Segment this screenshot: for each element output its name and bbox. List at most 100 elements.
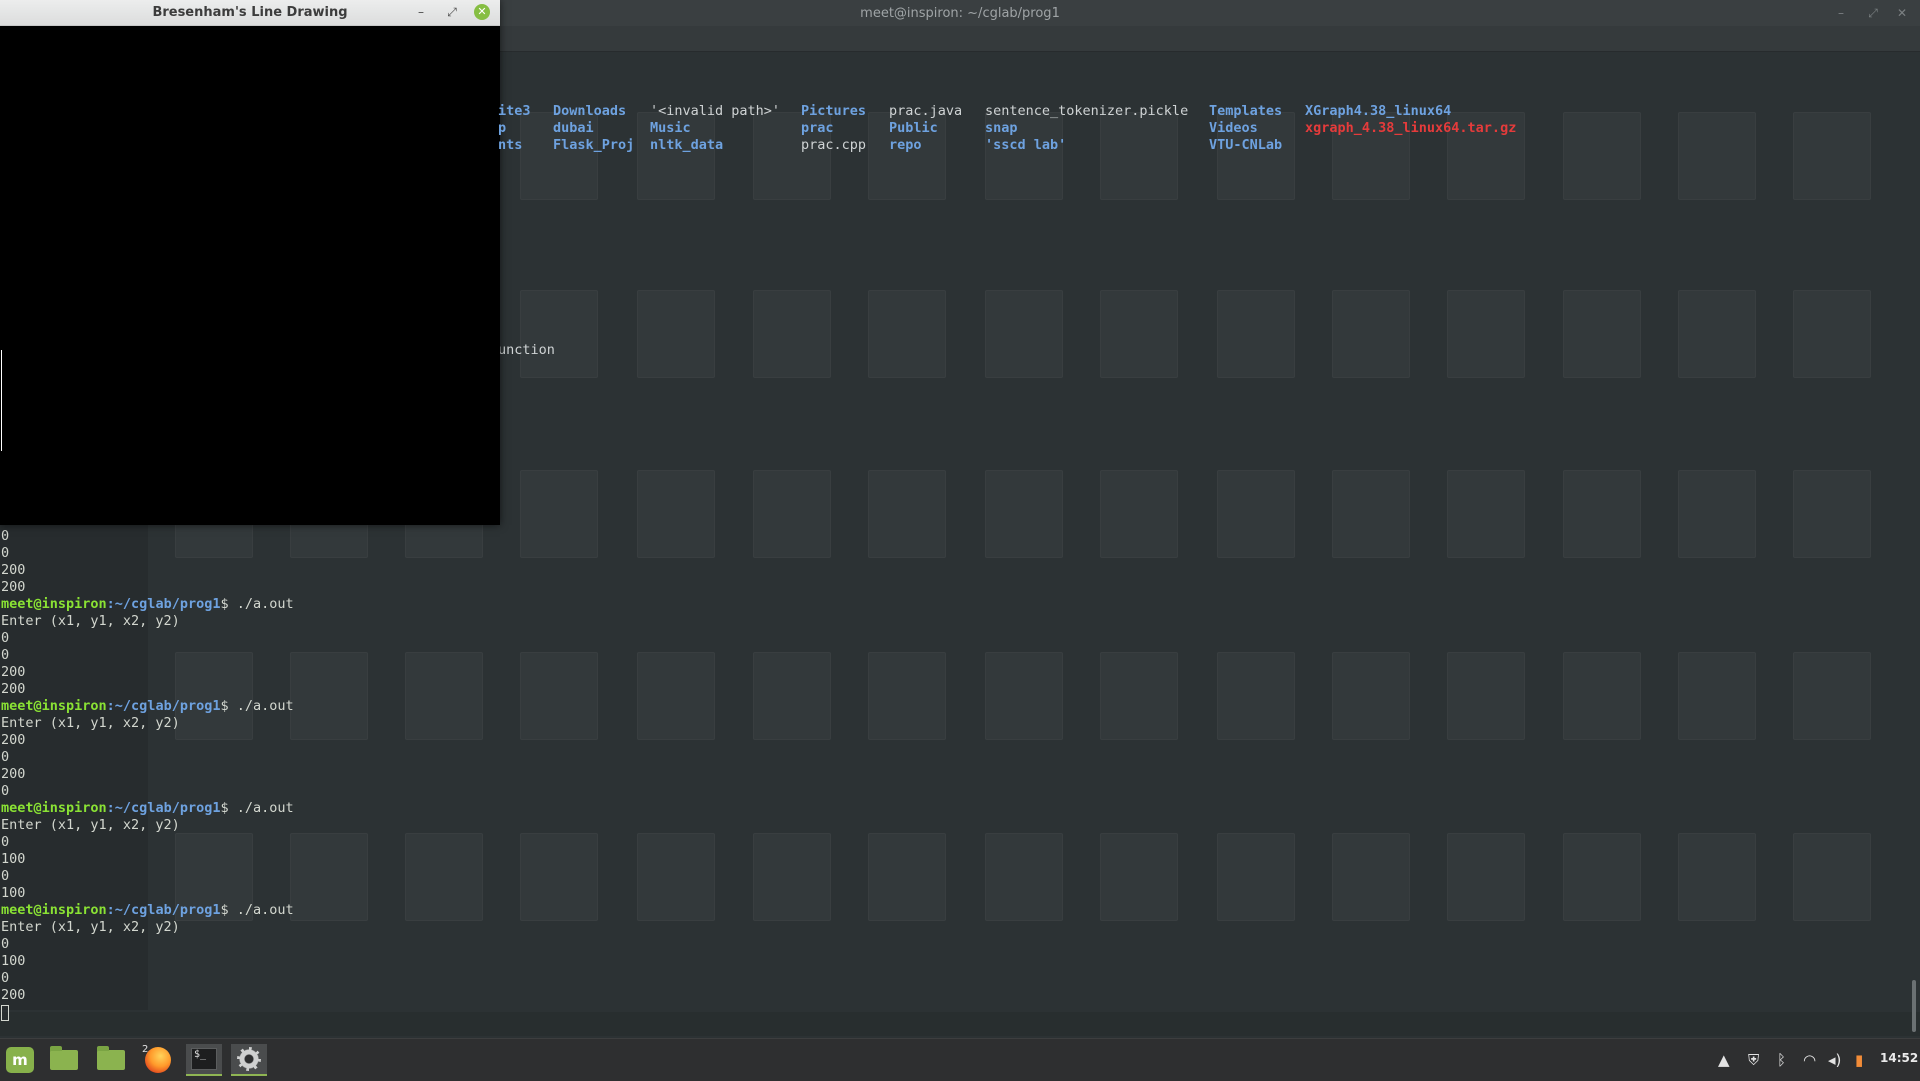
prompt-line: meet@inspiron:~/cglab/prog1$ ./a.out bbox=[1, 596, 294, 612]
ls-entry: prac.cpp bbox=[801, 137, 867, 153]
output-value: 200 bbox=[1, 664, 26, 680]
output-value: 0 bbox=[1, 970, 10, 986]
ls-entry: ite3 bbox=[498, 103, 531, 119]
bluetooth-icon[interactable]: ᛒ bbox=[1777, 1051, 1786, 1069]
ghost-file-icon bbox=[1332, 833, 1410, 921]
output-value: 200 bbox=[1, 987, 26, 1003]
partial-output-line: unction bbox=[498, 342, 555, 358]
battery-icon[interactable]: ▮ bbox=[1855, 1051, 1863, 1069]
bresenham-close-button[interactable]: ✕ bbox=[474, 4, 490, 20]
ghost-file-icon bbox=[985, 290, 1063, 378]
ghost-file-icon bbox=[1332, 290, 1410, 378]
warning-icon[interactable]: ▲ bbox=[1718, 1051, 1730, 1069]
ls-entry: p bbox=[498, 120, 507, 136]
ls-entry: repo bbox=[889, 137, 922, 153]
enter-prompt: Enter (x1, y1, x2, y2) bbox=[1, 715, 180, 731]
settings-taskbar-button[interactable] bbox=[231, 1044, 267, 1076]
ghost-file-icon bbox=[1447, 470, 1525, 558]
ghost-file-icon bbox=[753, 833, 831, 921]
ghost-file-icon bbox=[1100, 290, 1178, 378]
shield-icon[interactable]: ⛨ bbox=[1748, 1051, 1759, 1069]
ghost-file-icon bbox=[985, 833, 1063, 921]
output-value: 0 bbox=[1, 630, 10, 646]
ghost-file-icon bbox=[1332, 652, 1410, 740]
ghost-file-icon bbox=[1217, 652, 1295, 740]
output-value: 0 bbox=[1, 749, 10, 765]
ls-entry: nts bbox=[498, 137, 523, 153]
bresenham-titlebar[interactable]: Bresenham's Line Drawing – ⤢ ✕ bbox=[0, 0, 500, 26]
ghost-file-icon bbox=[1678, 833, 1756, 921]
prompt-line: meet@inspiron:~/cglab/prog1$ ./a.out bbox=[1, 800, 294, 816]
ghost-file-icon bbox=[753, 470, 831, 558]
clock[interactable]: 14:52 bbox=[1880, 1051, 1918, 1065]
ls-entry: prac.java bbox=[889, 103, 963, 119]
gear-icon bbox=[237, 1047, 261, 1071]
ghost-file-icon bbox=[868, 833, 946, 921]
terminal-taskbar-button[interactable]: $_ bbox=[186, 1044, 222, 1076]
ls-entry: Music bbox=[650, 120, 691, 136]
terminal-maximize-button[interactable]: ⤢ bbox=[1864, 4, 1882, 22]
ghost-file-icon bbox=[1217, 833, 1295, 921]
ghost-file-icon bbox=[520, 833, 598, 921]
mint-menu-button[interactable]: m bbox=[2, 1044, 38, 1076]
ghost-file-icon bbox=[405, 652, 483, 740]
ghost-file-icon bbox=[1217, 470, 1295, 558]
bresenham-window: Bresenham's Line Drawing – ⤢ ✕ bbox=[0, 0, 500, 525]
enter-prompt: Enter (x1, y1, x2, y2) bbox=[1, 817, 180, 833]
taskbar: m 2 $_ ▲ ⛨ ᛒ ◠ ◂) ▮ 14:52 bbox=[0, 1038, 1920, 1081]
ghost-file-icon bbox=[985, 470, 1063, 558]
volume-icon[interactable]: ◂) bbox=[1828, 1051, 1841, 1069]
ls-entry: '<invalid path>' bbox=[650, 103, 781, 119]
enter-prompt: Enter (x1, y1, x2, y2) bbox=[1, 919, 180, 935]
ls-entry: Videos bbox=[1209, 120, 1258, 136]
ghost-file-icon bbox=[1793, 833, 1871, 921]
output-value: 0 bbox=[1, 834, 10, 850]
ls-entry: Templates bbox=[1209, 103, 1283, 119]
ghost-file-icon bbox=[1563, 112, 1641, 200]
output-value: 200 bbox=[1, 766, 26, 782]
terminal-minimize-button[interactable]: – bbox=[1832, 4, 1850, 22]
ghost-file-icon bbox=[753, 290, 831, 378]
ghost-file-icon bbox=[1563, 290, 1641, 378]
output-value: 200 bbox=[1, 732, 26, 748]
ghost-file-icon bbox=[520, 652, 598, 740]
enter-prompt: Enter (x1, y1, x2, y2) bbox=[1, 613, 180, 629]
ls-entry: nltk_data bbox=[650, 137, 724, 153]
ls-entry: sentence_tokenizer.pickle bbox=[985, 103, 1189, 119]
output-value: 0 bbox=[1, 528, 10, 544]
ghost-file-icon bbox=[520, 290, 598, 378]
output-value: 100 bbox=[1, 953, 26, 969]
ls-entry: 'sscd lab' bbox=[985, 137, 1067, 153]
mint-logo-icon: m bbox=[6, 1047, 34, 1073]
ghost-file-icon bbox=[1563, 833, 1641, 921]
output-value: 100 bbox=[1, 851, 26, 867]
files-button[interactable] bbox=[93, 1044, 129, 1076]
ls-entry: Flask_Proj bbox=[553, 137, 635, 153]
ghost-file-icon bbox=[637, 652, 715, 740]
bresenham-minimize-button[interactable]: – bbox=[413, 4, 429, 20]
terminal-close-button[interactable]: ✕ bbox=[1893, 4, 1911, 22]
bresenham-maximize-button[interactable]: ⤢ bbox=[444, 4, 460, 20]
ghost-file-icon bbox=[868, 290, 946, 378]
terminal-scrollbar[interactable] bbox=[1912, 980, 1916, 1032]
ghost-file-icon bbox=[868, 652, 946, 740]
ghost-file-icon bbox=[1793, 290, 1871, 378]
firefox-button[interactable]: 2 bbox=[140, 1044, 176, 1076]
ghost-file-icon bbox=[1678, 290, 1756, 378]
ghost-file-icon bbox=[290, 833, 368, 921]
ghost-file-icon bbox=[1100, 833, 1178, 921]
ls-entry: Pictures bbox=[801, 103, 867, 119]
output-value: 200 bbox=[1, 562, 26, 578]
folder-icon bbox=[97, 1046, 125, 1070]
show-desktop-button[interactable] bbox=[46, 1044, 82, 1076]
ls-entry: Downloads bbox=[553, 103, 627, 119]
ls-entry: VTU-CNLab bbox=[1209, 137, 1283, 153]
output-value: 0 bbox=[1, 783, 10, 799]
drawing-canvas[interactable] bbox=[0, 26, 500, 525]
ls-entry: XGraph4.38_linux64 bbox=[1305, 103, 1452, 119]
terminal-title: meet@inspiron: ~/cglab/prog1 bbox=[860, 5, 1060, 21]
firefox-icon bbox=[145, 1047, 171, 1073]
output-value: 100 bbox=[1, 885, 26, 901]
output-value: 200 bbox=[1, 579, 26, 595]
wifi-icon[interactable]: ◠ bbox=[1803, 1051, 1816, 1069]
